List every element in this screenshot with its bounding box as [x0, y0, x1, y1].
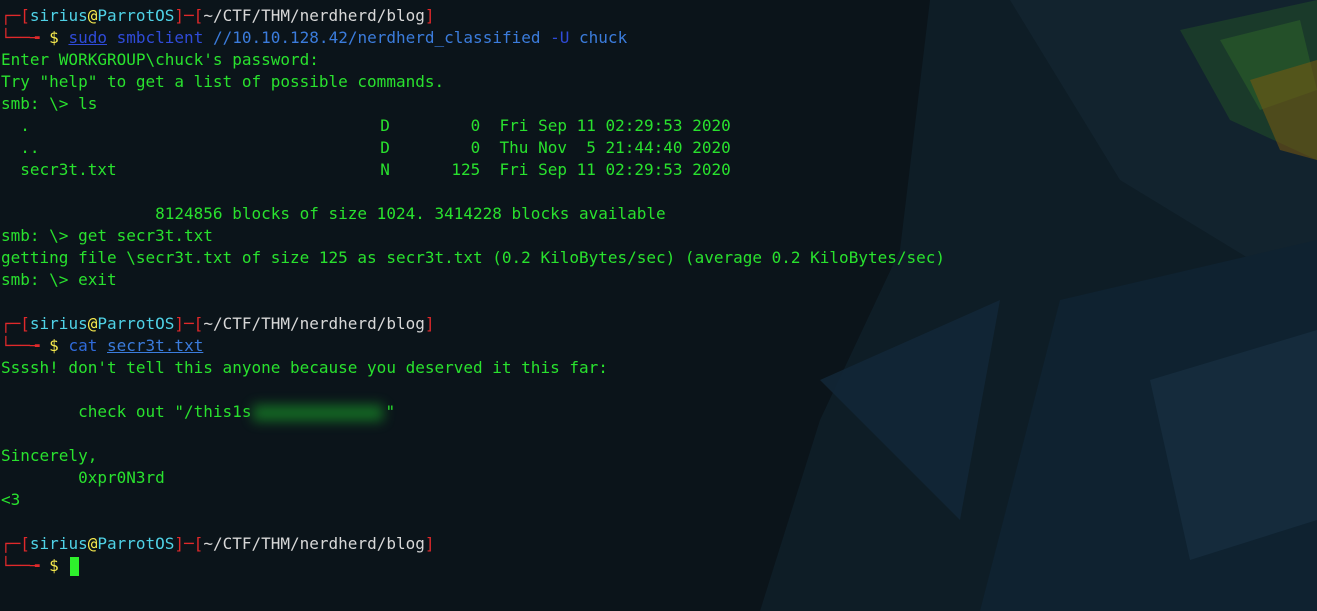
- prompt-at: @: [87, 534, 98, 553]
- secret-check-suffix: ": [385, 402, 396, 421]
- listing-date: Fri Sep 11 02:29:53 2020: [499, 116, 731, 135]
- redacted-blur: [253, 404, 384, 421]
- listing-size: 125: [451, 160, 481, 179]
- listing-type: D: [380, 116, 390, 135]
- cmd-cat: cat: [68, 336, 98, 355]
- prompt-dollar: $: [49, 336, 59, 355]
- getting-file-line: getting file \secr3t.txt of size 125 as …: [1, 248, 946, 267]
- prompt-line-2: ┌─[sirius@ParrotOS]─[~/CTF/THM/nerdherd/…: [1, 314, 435, 333]
- listing-date: Fri Sep 11 02:29:53 2020: [499, 160, 731, 179]
- smb-exit-cmd: exit: [78, 270, 117, 289]
- output-help: Try "help" to get a list of possible com…: [1, 72, 445, 91]
- prompt-host: ParrotOS: [97, 314, 175, 333]
- listing-row-dotdot: .. D 0 Thu Nov 5 21:44:40 2020: [1, 137, 945, 159]
- prompt-dollar: $: [49, 28, 59, 47]
- smb-prompt: smb: \>: [1, 226, 69, 245]
- prompt-user: sirius: [29, 6, 88, 25]
- cmd-user: chuck: [579, 28, 628, 47]
- prompt-host: ParrotOS: [97, 6, 175, 25]
- command-line-2: └──╼ $ cat secr3t.txt: [1, 336, 204, 355]
- smb-prompt: smb: \>: [1, 270, 69, 289]
- secret-check-prefix: check out "/this1s: [1, 402, 252, 421]
- smb-ls-cmd: ls: [78, 94, 98, 113]
- heart-line: <3: [1, 490, 21, 509]
- prompt-dollar: $: [49, 556, 59, 575]
- listing-size: 0: [470, 138, 481, 157]
- smb-get-cmd: get secr3t.txt: [78, 226, 213, 245]
- prompt-at: @: [87, 314, 98, 333]
- prompt-path: ~/CTF/THM/nerdherd/blog: [203, 534, 425, 553]
- prompt-user: sirius: [29, 314, 88, 333]
- listing-row-secret: secr3t.txt N 125 Fri Sep 11 02:29:53 2020: [1, 159, 945, 181]
- terminal-cursor[interactable]: [70, 557, 80, 576]
- listing-name: secr3t.txt: [20, 160, 117, 179]
- smb-get-line: smb: \> get secr3t.txt: [1, 225, 945, 247]
- prompt-user: sirius: [29, 534, 88, 553]
- smb-prompt: smb: \>: [1, 94, 69, 113]
- cmd-sudo: sudo: [68, 28, 107, 47]
- cmd-cat-file: secr3t.txt: [107, 336, 204, 355]
- prompt-line-1: ┌─[sirius@ParrotOS]─[~/CTF/THM/nerdherd/…: [1, 6, 435, 25]
- listing-name: .: [20, 116, 30, 135]
- secret-line-1: Ssssh! don't tell this anyone because yo…: [1, 358, 608, 377]
- cmd-target: //10.10.128.42/nerdherd_classified: [212, 28, 541, 47]
- prompt-line-3: ┌─[sirius@ParrotOS]─[~/CTF/THM/nerdherd/…: [1, 534, 435, 553]
- secret-check-line: check out "/this1s ": [1, 401, 945, 423]
- cmd-smbclient: smbclient: [116, 28, 204, 47]
- listing-type: D: [380, 138, 390, 157]
- command-line-1: └──╼ $ sudo smbclient //10.10.128.42/ner…: [1, 28, 628, 47]
- smb-exit-line: smb: \> exit: [1, 269, 945, 291]
- prompt-path: ~/CTF/THM/nerdherd/blog: [203, 314, 425, 333]
- signer-line: 0xpr0N3rd: [1, 468, 165, 487]
- output-password: Enter WORKGROUP\chuck's password:: [1, 50, 319, 69]
- prompt-at: @: [87, 6, 98, 25]
- sincerely-line: Sincerely,: [1, 446, 98, 465]
- listing-type: N: [380, 160, 390, 179]
- blocks-line: 8124856 blocks of size 1024. 3414228 blo…: [1, 203, 945, 225]
- cmd-flag: -U: [550, 28, 570, 47]
- listing-row-dot: . D 0 Fri Sep 11 02:29:53 2020: [1, 115, 945, 137]
- listing-date: Thu Nov 5 21:44:40 2020: [499, 138, 731, 157]
- listing-size: 0: [470, 116, 481, 135]
- command-line-3[interactable]: └──╼ $: [1, 555, 945, 577]
- smb-ls-line: smb: \> ls: [1, 93, 945, 115]
- blocks-info: 8124856 blocks of size 1024. 3414228 blo…: [155, 204, 666, 223]
- terminal-output: ┌─[sirius@ParrotOS]─[~/CTF/THM/nerdherd/…: [1, 5, 945, 577]
- listing-name: ..: [20, 138, 40, 157]
- prompt-host: ParrotOS: [97, 534, 175, 553]
- prompt-path: ~/CTF/THM/nerdherd/blog: [203, 6, 425, 25]
